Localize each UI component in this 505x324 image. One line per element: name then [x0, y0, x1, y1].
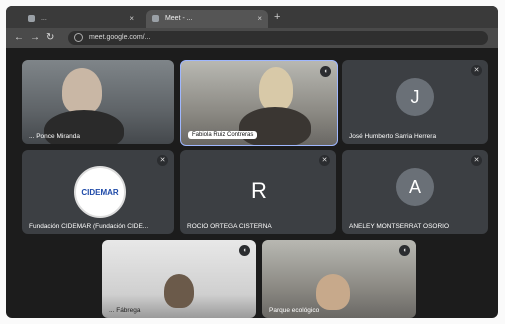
- participant-body: [239, 107, 311, 145]
- participant-name: ... Fábrega: [109, 307, 141, 314]
- logo-text: CIDEMAR: [81, 188, 119, 197]
- participant-tile-7[interactable]: ◖ ... Fábrega: [102, 240, 256, 318]
- participant-tile-6[interactable]: ✕ A ANELEY MONTSERRAT OSORIO: [342, 150, 488, 234]
- close-icon[interactable]: ×: [129, 10, 134, 28]
- tab-favicon-icon: [28, 14, 35, 22]
- url-field[interactable]: meet.google.com/...: [68, 31, 488, 45]
- participant-tile-5[interactable]: ✕ R ROCIO ORTEGA CISTERNA: [180, 150, 336, 234]
- mic-off-icon: ✕: [471, 155, 482, 166]
- browser-tab-bar: ... × Meet - ... × +: [6, 6, 498, 28]
- participant-name: ... Ponce Miranda: [29, 133, 80, 140]
- browser-tab-1[interactable]: ... ×: [22, 10, 140, 28]
- tab-favicon-icon: [152, 14, 159, 22]
- mic-off-icon: ✕: [471, 65, 482, 76]
- participant-name: Fundación CIDEMAR (Fundación CIDE...: [29, 223, 149, 230]
- cidemar-logo: CIDEMAR: [74, 166, 126, 218]
- participant-tile-3[interactable]: ✕ J José Humberto Sarria Herrera: [342, 60, 488, 144]
- tab-title: ...: [40, 15, 47, 22]
- mic-off-icon: ✕: [319, 155, 330, 166]
- close-icon[interactable]: ×: [257, 10, 262, 28]
- participant-tile-4[interactable]: ✕ CIDEMAR Fundación CIDEMAR (Fundación C…: [22, 150, 174, 234]
- plus-icon[interactable]: +: [274, 10, 280, 24]
- url-text: meet.google.com/...: [88, 34, 151, 41]
- participant-video: [164, 274, 194, 308]
- participant-name: Parque ecológico: [269, 307, 320, 314]
- avatar: J: [396, 78, 434, 116]
- address-bar-row: ← → ↻ meet.google.com/...: [6, 28, 498, 48]
- site-info-icon[interactable]: [74, 32, 83, 42]
- avatar: A: [396, 168, 434, 206]
- mic-off-icon: ✕: [157, 155, 168, 166]
- meet-window: ... × Meet - ... × + ← → ↻ meet.google.c…: [6, 6, 498, 318]
- participant-tile-8[interactable]: ◖ Parque ecológico: [262, 240, 416, 318]
- participant-video: [259, 67, 293, 111]
- participant-video: [316, 274, 350, 310]
- back-icon[interactable]: ←: [14, 31, 24, 45]
- browser-tab-2-active[interactable]: Meet - ... ×: [146, 10, 268, 28]
- tab-title: Meet - ...: [164, 15, 193, 22]
- reload-icon[interactable]: ↻: [46, 31, 54, 45]
- audio-indicator-icon: ◖: [320, 66, 331, 77]
- participant-name: ROCIO ORTEGA CISTERNA: [187, 223, 272, 230]
- participant-name: Fabiola Ruiz Contreras: [188, 131, 258, 139]
- participant-tile-2[interactable]: ◖ Fabiola Ruiz Contreras: [180, 60, 338, 146]
- forward-icon[interactable]: →: [30, 31, 40, 45]
- participant-video: [62, 68, 102, 114]
- audio-indicator-icon: ◖: [399, 245, 410, 256]
- audio-indicator-icon: ◖: [239, 245, 250, 256]
- participant-name: José Humberto Sarria Herrera: [349, 133, 437, 140]
- participant-tile-1[interactable]: ... Ponce Miranda: [22, 60, 174, 144]
- participant-initial: R: [251, 178, 267, 203]
- participant-name: ANELEY MONTSERRAT OSORIO: [349, 223, 450, 230]
